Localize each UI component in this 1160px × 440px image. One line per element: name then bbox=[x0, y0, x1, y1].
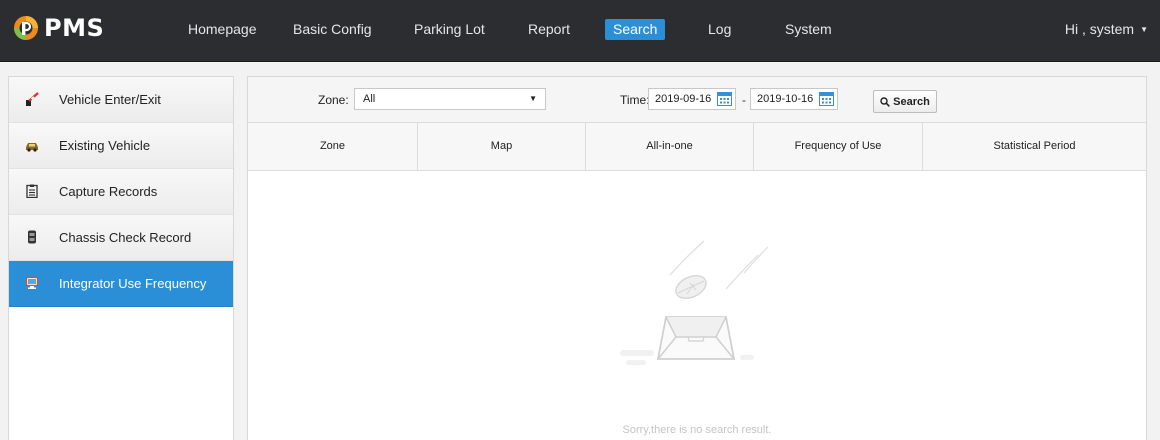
zone-select-value: All bbox=[363, 93, 376, 105]
zone-select[interactable]: All ▼ bbox=[354, 88, 546, 110]
sidebar-item-existing-vehicle[interactable]: Existing Vehicle bbox=[9, 123, 233, 169]
calendar-icon[interactable] bbox=[717, 92, 732, 106]
user-greeting: Hi , system bbox=[1064, 21, 1135, 37]
sidebar-item-capture-records[interactable]: Capture Records bbox=[9, 169, 233, 215]
car-icon bbox=[26, 143, 38, 152]
column-header-map[interactable]: Map bbox=[418, 123, 586, 170]
nav-parking-lot[interactable]: Parking Lot bbox=[414, 18, 485, 40]
date-separator: - bbox=[742, 93, 746, 107]
filter-bar: Zone: All ▼ Time: 2019-09-16 - 2019-10-1… bbox=[248, 77, 1146, 123]
nav-basic-config[interactable]: Basic Config bbox=[293, 18, 372, 40]
pms-logo-icon bbox=[14, 16, 38, 40]
clipboard-icon bbox=[26, 184, 38, 198]
barrier-gate-icon bbox=[26, 92, 39, 106]
empty-message: Sorry,there is no search result. bbox=[622, 424, 772, 436]
app-logo[interactable]: PMS bbox=[13, 12, 104, 44]
nav-report[interactable]: Report bbox=[528, 18, 570, 40]
chevron-down-icon: ▼ bbox=[529, 94, 537, 103]
top-nav-bar: PMS Homepage Basic Config Parking Lot Re… bbox=[0, 0, 1160, 62]
monitor-icon bbox=[25, 276, 39, 289]
search-button[interactable]: Search bbox=[873, 90, 937, 113]
app-title: PMS bbox=[44, 14, 105, 42]
end-date-input[interactable]: 2019-10-16 bbox=[750, 88, 838, 110]
zone-label: Zone: bbox=[318, 93, 349, 107]
nav-homepage[interactable]: Homepage bbox=[188, 18, 257, 40]
sidebar-item-label: Integrator Use Frequency bbox=[59, 276, 207, 291]
nav-system[interactable]: System bbox=[785, 18, 832, 40]
main-panel: Zone: All ▼ Time: 2019-09-16 - 2019-10-1… bbox=[247, 76, 1147, 440]
sidebar-item-label: Vehicle Enter/Exit bbox=[59, 92, 161, 107]
caret-down-icon: ▼ bbox=[1140, 25, 1148, 34]
column-header-statistical-period[interactable]: Statistical Period bbox=[923, 123, 1146, 170]
time-label: Time: bbox=[620, 93, 650, 107]
table-header: Zone Map All-in-one Frequency of Use Sta… bbox=[248, 123, 1146, 171]
sidebar-item-integrator-use-frequency[interactable]: Integrator Use Frequency bbox=[9, 261, 233, 307]
sidebar: Vehicle Enter/Exit Existing Vehicle Capt… bbox=[8, 76, 234, 440]
column-header-all-in-one[interactable]: All-in-one bbox=[586, 123, 754, 170]
column-header-zone[interactable]: Zone bbox=[248, 123, 418, 170]
nav-search[interactable]: Search bbox=[605, 19, 666, 40]
calendar-icon[interactable] bbox=[819, 92, 834, 106]
sidebar-item-vehicle-enter-exit[interactable]: Vehicle Enter/Exit bbox=[9, 77, 233, 123]
chassis-icon bbox=[28, 230, 36, 244]
user-menu[interactable]: Hi , system ▼ bbox=[1065, 18, 1148, 40]
column-header-frequency-of-use[interactable]: Frequency of Use bbox=[754, 123, 923, 170]
start-date-input[interactable]: 2019-09-16 bbox=[648, 88, 736, 110]
search-icon bbox=[880, 96, 891, 107]
nav-log[interactable]: Log bbox=[708, 18, 731, 40]
sidebar-item-label: Capture Records bbox=[59, 184, 158, 199]
sidebar-item-label: Chassis Check Record bbox=[59, 230, 192, 245]
search-button-label: Search bbox=[893, 95, 930, 108]
sidebar-item-chassis-check-record[interactable]: Chassis Check Record bbox=[9, 215, 233, 261]
sidebar-item-label: Existing Vehicle bbox=[59, 138, 151, 153]
empty-box-illustration bbox=[620, 240, 769, 365]
end-date-value: 2019-10-16 bbox=[757, 93, 814, 105]
start-date-value: 2019-09-16 bbox=[655, 93, 712, 105]
